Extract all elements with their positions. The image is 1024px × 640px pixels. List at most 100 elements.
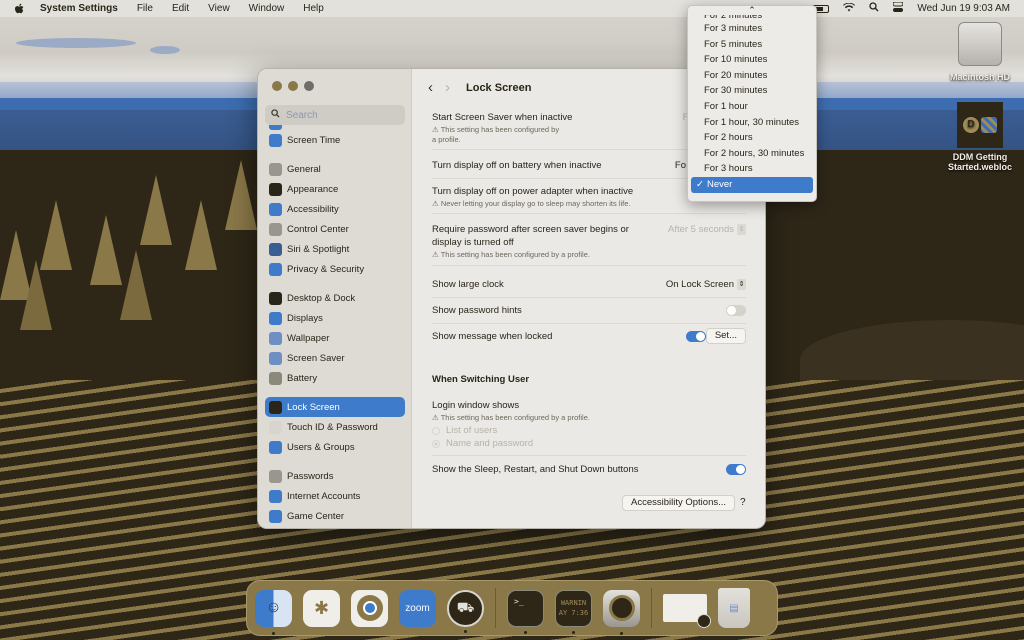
finder-icon: ☺ (265, 599, 282, 616)
large-clock-popup[interactable]: On Lock Screen ⇕ (666, 279, 746, 290)
sidebar-item-general[interactable]: General (265, 159, 405, 179)
close-button[interactable] (272, 81, 282, 91)
dock-terminal[interactable]: >_ (507, 589, 544, 634)
desktop-icon-macintosh-hd[interactable]: Macintosh HD (944, 22, 1016, 82)
sidebar-item-users-groups[interactable]: Users & Groups (265, 437, 405, 457)
timeout-popup-menu: ⌃ For 2 minutes For 3 minutes For 5 minut… (687, 5, 817, 202)
stepper-icon: ⇕ (737, 224, 746, 235)
sidebar-item-label: Appearance (287, 183, 339, 195)
menu-option[interactable]: For 20 minutes (688, 68, 816, 84)
menu-option[interactable]: For 3 minutes (688, 21, 816, 37)
sidebar-item-siri-spotlight[interactable]: Siri & Spotlight (265, 239, 405, 259)
sidebar-item-battery[interactable]: Battery (265, 368, 405, 388)
password-hints-toggle[interactable] (726, 305, 746, 316)
sidebar-item-appearance[interactable]: Appearance (265, 179, 405, 199)
navigation-bar: ‹ › Lock Screen (428, 79, 531, 96)
trash-icon: ▤ (729, 602, 739, 614)
slack-icon: ✱ (313, 597, 330, 618)
spotlight-search-icon[interactable] (869, 2, 879, 15)
sidebar-item-label: Privacy & Security (287, 263, 365, 275)
search-icon (271, 109, 280, 121)
menu-option[interactable]: For 1 hour, 30 minutes (688, 115, 816, 131)
control-center-icon[interactable] (892, 1, 904, 15)
menu-option[interactable]: For 2 hours (688, 130, 816, 146)
page-title: Lock Screen (466, 81, 532, 94)
zoom-button[interactable] (304, 81, 314, 91)
menu-option[interactable]: For 1 hour (688, 99, 816, 115)
menu-window[interactable]: Window (249, 3, 285, 14)
warning-icon: ⚠ (432, 199, 439, 208)
radio-list-of-users: List of users (432, 424, 746, 437)
sidebar-item-label: Game Center (287, 510, 345, 522)
running-indicator (272, 631, 275, 635)
message-locked-toggle[interactable] (686, 331, 706, 342)
set-message-button[interactable]: Set... (705, 328, 746, 344)
sleep-buttons-toggle[interactable] (726, 464, 746, 475)
menubar-clock[interactable]: Wed Jun 19 9:03 AM (917, 3, 1010, 14)
console-icon-line1: WARNIN (560, 599, 587, 607)
wifi-icon[interactable] (843, 2, 856, 15)
menu-file[interactable]: File (137, 3, 153, 14)
dock-icon (269, 291, 282, 305)
scroll-up-chevron-icon[interactable]: ⌃ (688, 6, 816, 15)
window-controls (272, 81, 314, 91)
minimize-button[interactable] (288, 81, 298, 91)
menu-option-selected[interactable]: ✓ Never (691, 176, 813, 193)
menu-option[interactable]: For 2 hours, 30 minutes (688, 146, 816, 162)
search-input[interactable]: Search (265, 105, 405, 125)
setting-large-clock: Show large clock On Lock Screen ⇕ (432, 279, 746, 290)
sidebar-item-control-center[interactable]: Control Center (265, 219, 405, 239)
sidebar-item-privacy-security[interactable]: Privacy & Security (265, 259, 405, 279)
dock-trash[interactable]: ▤ (718, 588, 750, 628)
hard-drive-icon (958, 22, 1002, 66)
dock-console[interactable]: WARNIN AY 7:36 (555, 589, 592, 634)
flower-icon (269, 331, 282, 345)
help-button[interactable]: ? (740, 497, 746, 508)
menu-option[interactable]: For 30 minutes (688, 83, 816, 99)
sidebar-item-screen-saver[interactable]: Screen Saver (265, 348, 405, 368)
forward-chevron-icon[interactable]: › (445, 79, 450, 96)
sidebar-item-label: Screen Time (287, 134, 341, 146)
menu-help[interactable]: Help (303, 3, 324, 14)
sidebar-item-displays[interactable]: Displays (265, 308, 405, 328)
sidebar-list: Screen Time General Appearance Accessibilit… (265, 125, 405, 526)
dock-finder[interactable]: ☺ (255, 589, 292, 635)
desktop-icon-ddm-webloc[interactable]: D DDM Getting Started.webloc (940, 102, 1020, 172)
display-battery-popup[interactable]: Fo (675, 160, 686, 171)
sidebar-item-label: Passwords (287, 470, 334, 482)
sidebar-item-accessibility[interactable]: Accessibility (265, 199, 405, 219)
dock-zoom[interactable]: zoom (399, 589, 436, 627)
menu-option[interactable]: For 10 minutes (688, 52, 816, 68)
dock-self-service[interactable]: ⛟ (447, 589, 484, 633)
dock-chrome[interactable] (351, 589, 388, 627)
sidebar-item-lock-screen[interactable]: Lock Screen (265, 397, 405, 417)
sidebar-item-desktop-dock[interactable]: Desktop & Dock (265, 288, 405, 308)
sidebar-item-touch-id-password[interactable]: Touch ID & Password (265, 417, 405, 437)
setting-note: This setting has been configured by a pr… (440, 250, 590, 259)
back-chevron-icon[interactable]: ‹ (428, 79, 433, 96)
menu-app-name[interactable]: System Settings (40, 3, 118, 14)
apple-menu-icon[interactable] (14, 3, 26, 15)
sidebar-item-wallpaper[interactable]: Wallpaper (265, 328, 405, 348)
sidebar-item-screen-time[interactable]: Screen Time (265, 130, 405, 150)
search-placeholder: Search (286, 109, 318, 121)
menu-option-label: Never (706, 178, 733, 190)
sidebar-item-label: Lock Screen (287, 401, 340, 413)
dock-minimized-window[interactable] (663, 594, 711, 628)
divider (432, 265, 746, 266)
menu-option[interactable]: For 3 hours (688, 161, 816, 177)
users-icon (269, 440, 282, 454)
menu-edit[interactable]: Edit (172, 3, 189, 14)
dock-system-settings[interactable] (603, 589, 640, 635)
dock-slack[interactable]: ✱ (303, 589, 340, 627)
menu-option[interactable]: For 5 minutes (688, 37, 816, 53)
terminal-icon: >_ (514, 596, 524, 606)
sidebar-item-label: Users & Groups (287, 441, 355, 453)
sidebar-item-game-center[interactable]: Game Center (265, 506, 405, 526)
divider (432, 213, 746, 214)
sidebar-item-passwords[interactable]: Passwords (265, 466, 405, 486)
menu-view[interactable]: View (208, 3, 230, 14)
gear-icon (269, 162, 282, 176)
accessibility-options-button[interactable]: Accessibility Options... (622, 495, 736, 511)
sidebar-item-internet-accounts[interactable]: Internet Accounts (265, 486, 405, 506)
